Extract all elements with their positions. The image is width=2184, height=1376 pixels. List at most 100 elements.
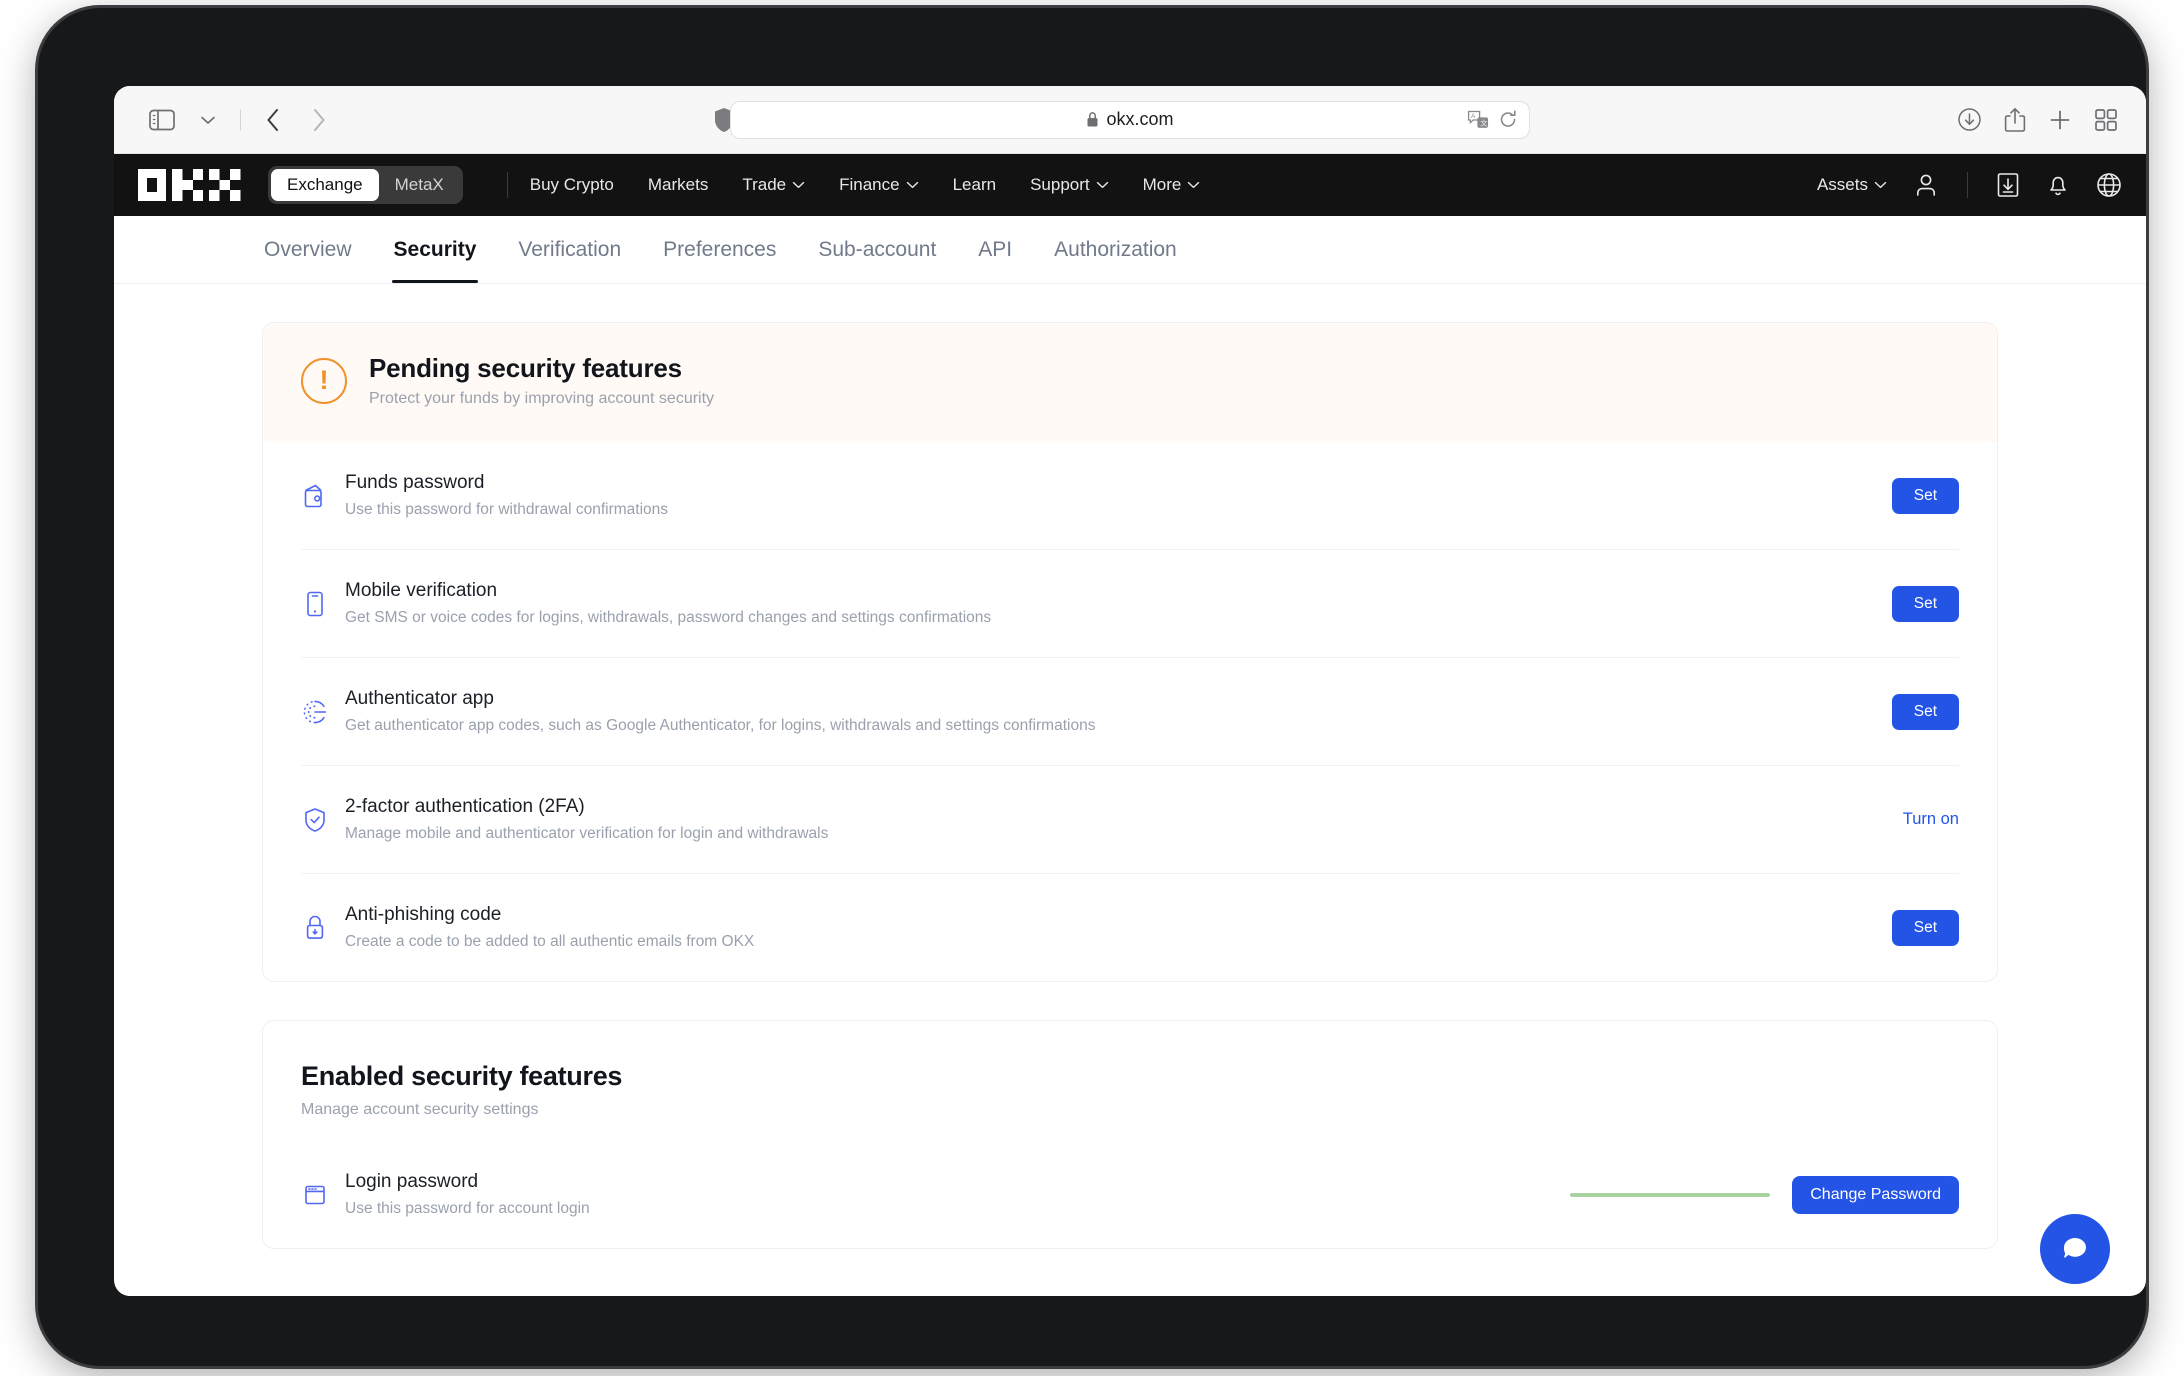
device-frame: okx.com A 文 Exchange MetaX Buy Crypto Ma… bbox=[38, 8, 2146, 1366]
chevron-down-icon bbox=[1096, 181, 1109, 189]
toolbar-divider bbox=[240, 108, 241, 131]
change-password-button[interactable]: Change Password bbox=[1792, 1175, 1959, 1214]
nav-label: More bbox=[1142, 175, 1182, 194]
turn-on-2fa-link[interactable]: Turn on bbox=[1903, 810, 1959, 829]
pending-banner: ! Pending security features Protect your… bbox=[263, 323, 1997, 442]
tab-preferences[interactable]: Preferences bbox=[661, 216, 778, 283]
row-funds-password: Funds password Use this password for wit… bbox=[301, 442, 1959, 550]
okx-logo[interactable] bbox=[138, 169, 242, 201]
assets-menu[interactable]: Assets bbox=[1817, 175, 1887, 195]
row-title: Login password bbox=[345, 1171, 479, 1192]
tab-authorization[interactable]: Authorization bbox=[1052, 216, 1179, 283]
chat-support-button[interactable] bbox=[2040, 1214, 2110, 1284]
row-2fa: 2-factor authentication (2FA) Manage mob… bbox=[301, 766, 1959, 874]
enabled-security-card: Enabled security features Manage account… bbox=[262, 1020, 1998, 1249]
downloads-icon[interactable] bbox=[1957, 107, 1982, 132]
nav-divider-right bbox=[1967, 172, 1968, 198]
row-login-password: Login password Use this password for acc… bbox=[301, 1141, 1959, 1248]
chevron-down-icon bbox=[792, 181, 805, 189]
nav-label: Buy Crypto bbox=[529, 175, 614, 194]
nav-label: Support bbox=[1030, 175, 1090, 194]
tab-api[interactable]: API bbox=[976, 216, 1014, 283]
enabled-title: Enabled security features bbox=[301, 1061, 623, 1091]
browser-toolbar: okx.com A 文 bbox=[114, 86, 2146, 154]
page-content: ! Pending security features Protect your… bbox=[114, 322, 2146, 1249]
svg-text:A: A bbox=[1471, 113, 1476, 120]
wallet-icon bbox=[301, 482, 345, 510]
nav-item-learn[interactable]: Learn bbox=[953, 175, 996, 195]
assets-label: Assets bbox=[1816, 175, 1868, 194]
tab-verification[interactable]: Verification bbox=[516, 216, 623, 283]
row-anti-phishing-code: Anti-phishing code Create a code to be a… bbox=[301, 874, 1959, 981]
row-description: Get authenticator app codes, such as Goo… bbox=[345, 717, 1096, 734]
user-icon[interactable] bbox=[1913, 172, 1939, 198]
language-globe-icon[interactable] bbox=[2096, 172, 2122, 198]
svg-text:文: 文 bbox=[1480, 118, 1487, 127]
warning-exclamation-icon: ! bbox=[301, 357, 347, 404]
product-switcher[interactable]: Exchange MetaX bbox=[268, 166, 463, 204]
tab-overview-icon[interactable] bbox=[2094, 108, 2118, 132]
row-description: Manage mobile and authenticator verifica… bbox=[345, 825, 829, 842]
password-strength-bar bbox=[1570, 1192, 1771, 1197]
nav-item-support[interactable]: Support bbox=[1030, 175, 1109, 195]
lock-icon bbox=[1086, 111, 1099, 128]
nav-item-trade[interactable]: Trade bbox=[742, 175, 805, 195]
notification-bell-icon[interactable] bbox=[2046, 172, 2070, 198]
chevron-down-icon bbox=[906, 181, 919, 189]
forward-arrow-icon[interactable] bbox=[299, 100, 339, 140]
nav-item-buy-crypto[interactable]: Buy Crypto bbox=[530, 175, 614, 195]
set-funds-password-button[interactable]: Set bbox=[1891, 477, 1959, 514]
translate-icon[interactable]: A 文 bbox=[1467, 110, 1489, 130]
download-app-icon[interactable] bbox=[1996, 172, 2020, 198]
row-title: 2-factor authentication (2FA) bbox=[345, 796, 585, 817]
enabled-rows: Login password Use this password for acc… bbox=[263, 1119, 1997, 1248]
enabled-subtitle: Manage account security settings bbox=[301, 1101, 539, 1118]
browser-window-icon bbox=[301, 1181, 345, 1209]
row-authenticator-app: Authenticator app Get authenticator app … bbox=[301, 658, 1959, 766]
nav-item-markets[interactable]: Markets bbox=[648, 175, 708, 195]
row-title: Anti-phishing code bbox=[345, 904, 502, 925]
nav-divider bbox=[506, 172, 508, 198]
shield-check-icon bbox=[301, 806, 345, 834]
sidebar-icon[interactable] bbox=[142, 100, 182, 140]
mobile-phone-icon bbox=[301, 590, 345, 618]
page-title: Pending security features bbox=[369, 353, 682, 383]
nav-label: Learn bbox=[952, 175, 997, 194]
set-anti-phishing-code-button[interactable]: Set bbox=[1891, 909, 1959, 946]
nav-item-more[interactable]: More bbox=[1143, 175, 1201, 195]
nav-links: Buy Crypto Markets Trade Finance Learn S… bbox=[530, 175, 1201, 195]
site-top-nav: Exchange MetaX Buy Crypto Markets Trade … bbox=[114, 154, 2146, 216]
tab-overview[interactable]: Overview bbox=[262, 216, 354, 283]
pending-rows: Funds password Use this password for wit… bbox=[263, 442, 1997, 981]
nav-label: Finance bbox=[839, 175, 900, 194]
plus-icon[interactable] bbox=[2048, 108, 2072, 132]
row-mobile-verification: Mobile verification Get SMS or voice cod… bbox=[301, 550, 1959, 658]
row-description: Create a code to be added to all authent… bbox=[345, 933, 755, 950]
tab-security[interactable]: Security bbox=[391, 216, 479, 283]
url-text: okx.com bbox=[1106, 109, 1174, 129]
share-icon[interactable] bbox=[2004, 107, 2026, 133]
back-arrow-icon[interactable] bbox=[253, 100, 293, 140]
nav-label: Markets bbox=[647, 175, 709, 194]
segment-metax[interactable]: MetaX bbox=[379, 169, 460, 201]
row-title: Mobile verification bbox=[345, 580, 498, 601]
nav-item-finance[interactable]: Finance bbox=[839, 175, 918, 195]
account-tabs: Overview Security Verification Preferenc… bbox=[114, 216, 2146, 284]
reload-icon[interactable] bbox=[1499, 110, 1517, 129]
row-description: Use this password for account login bbox=[345, 1200, 590, 1217]
chevron-down-icon bbox=[1874, 181, 1887, 189]
lock-icon bbox=[301, 914, 345, 942]
segment-exchange[interactable]: Exchange bbox=[271, 169, 379, 201]
authenticator-timer-icon bbox=[301, 698, 345, 726]
set-mobile-verification-button[interactable]: Set bbox=[1891, 585, 1959, 622]
tab-sub-account[interactable]: Sub-account bbox=[816, 216, 938, 283]
row-description: Get SMS or voice codes for logins, withd… bbox=[345, 609, 992, 626]
set-authenticator-app-button[interactable]: Set bbox=[1891, 693, 1959, 730]
pending-subtitle: Protect your funds by improving account … bbox=[369, 390, 715, 407]
chevron-down-icon bbox=[1187, 181, 1200, 189]
pending-security-card: ! Pending security features Protect your… bbox=[262, 322, 1998, 982]
address-bar[interactable]: okx.com A 文 bbox=[730, 100, 1530, 139]
browser-screen: okx.com A 文 Exchange MetaX Buy Crypto Ma… bbox=[114, 86, 2146, 1296]
chevron-down-icon[interactable] bbox=[188, 100, 228, 140]
chat-bubble-icon bbox=[2058, 1232, 2092, 1266]
